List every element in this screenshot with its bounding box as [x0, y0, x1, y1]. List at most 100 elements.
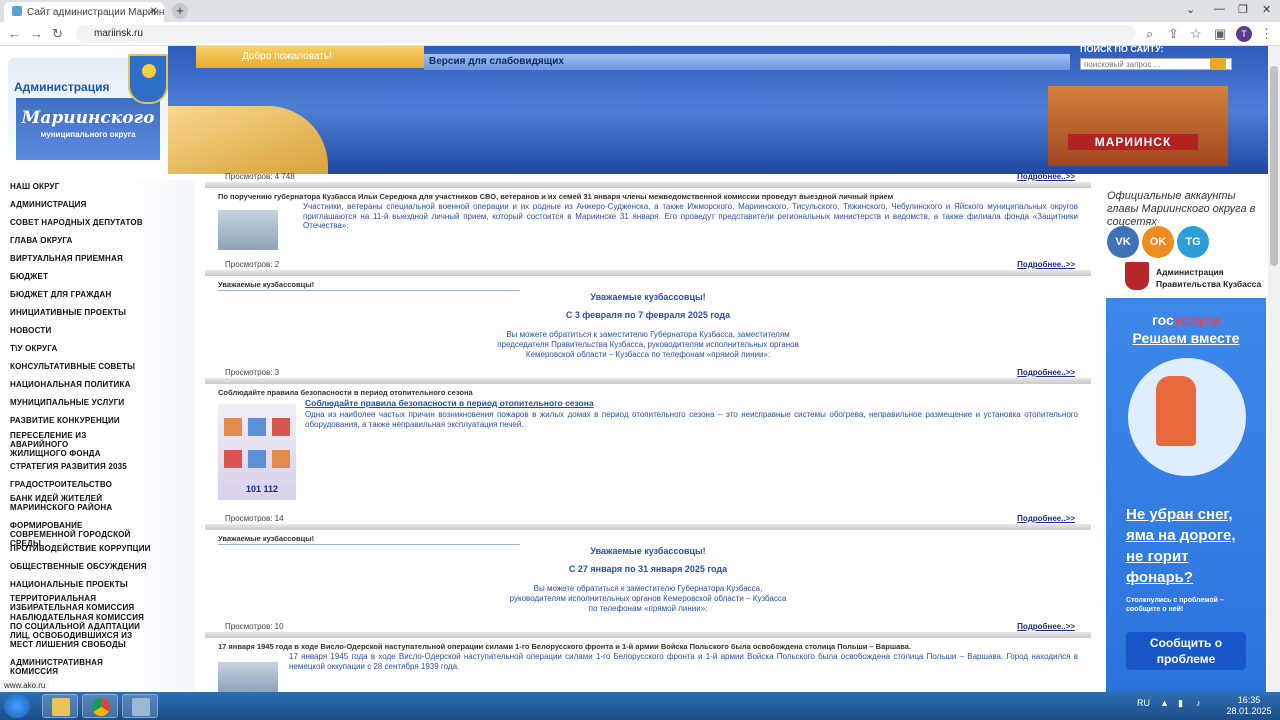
nav-item-observation-commission[interactable]: НАБЛЮДАТЕЛЬНАЯ КОМИССИЯ ПО СОЦИАЛЬНОЙ АД… — [10, 613, 150, 649]
news-feed: Просмотров: 4 748 Подробнее..>> По поруч… — [205, 172, 1091, 692]
profile-avatar[interactable]: T — [1236, 26, 1252, 42]
scrollbar-thumb[interactable] — [1270, 66, 1278, 266]
nav-item-public-discussions[interactable]: ОБЩЕСТВЕННЫЕ ОБСУЖДЕНИЯ — [10, 562, 147, 571]
news-title[interactable]: 17 января 1945 года в ходе Висло-Одерско… — [218, 642, 911, 651]
nav-item-our-district[interactable]: НАШ ОКРУГ — [10, 182, 59, 191]
report-problem-button[interactable]: Сообщить о проблеме — [1126, 632, 1246, 670]
reload-icon[interactable]: ↻ — [52, 26, 63, 42]
nav-item-competition[interactable]: РАЗВИТИЕ КОНКУРЕНЦИИ — [10, 416, 120, 425]
back-icon[interactable]: ← — [8, 26, 21, 41]
taskbar-app[interactable] — [122, 694, 158, 718]
app-icon — [132, 698, 150, 716]
nav-item-head[interactable]: ГЛАВА ОКРУГА — [10, 236, 73, 245]
nav-item-national-policy[interactable]: НАЦИОНАЛЬНАЯ ПОЛИТИКА — [10, 380, 131, 389]
telegram-icon[interactable]: TG — [1177, 226, 1209, 258]
nav-item-anti-corruption[interactable]: ПРОТИВОДЕЙСТВИЕ КОРРУПЦИИ — [10, 544, 151, 553]
news-title[interactable]: Уважаемые кузбассовцы! — [218, 280, 314, 289]
nav-item-budget[interactable]: БЮДЖЕТ — [10, 272, 48, 281]
news-title[interactable]: Уважаемые кузбассовцы! — [218, 534, 314, 543]
tab-search-icon[interactable]: ⌄ — [1186, 3, 1195, 16]
close-tab-icon[interactable]: ✕ — [150, 6, 158, 17]
nav-item-advisory[interactable]: КОНСУЛЬТАТИВНЫЕ СОВЕТЫ — [10, 362, 135, 371]
read-more-link[interactable]: Подробнее..>> — [1017, 514, 1075, 523]
gosuslugi-logo-part2: услуги — [1173, 312, 1220, 328]
browser-tab-bar: Сайт администрации Мариинск ✕ + ⌄ — ❐ ✕ — [0, 0, 1280, 22]
coat-of-arms-icon — [128, 54, 168, 104]
news-separator — [205, 632, 1091, 638]
gosuslugi-slogan: Не убран снег, яма на дороге, не горит ф… — [1126, 504, 1256, 588]
tab-background-1[interactable] — [196, 2, 276, 22]
nav-item-budget-citizens[interactable]: БЮДЖЕТ ДЛЯ ГРАЖДАН — [10, 290, 112, 299]
tab-background-2[interactable] — [286, 2, 426, 22]
nav-item-news[interactable]: НОВОСТИ — [10, 326, 51, 335]
nav-item-election-commission[interactable]: ТЕРРИТОРИАЛЬНАЯ ИЗБИРАТЕЛЬНАЯ КОМИССИЯ — [10, 594, 135, 612]
nav-item-national-projects[interactable]: НАЦИОНАЛЬНЫЕ ПРОЕКТЫ — [10, 580, 128, 589]
taskbar-explorer[interactable] — [42, 694, 78, 718]
nav-item-territorial[interactable]: Т\У ОКРУГА — [10, 344, 57, 353]
language-indicator[interactable]: RU — [1137, 698, 1150, 708]
taskbar-chrome[interactable] — [82, 694, 118, 718]
zoom-icon[interactable]: ⌕ — [1146, 26, 1153, 42]
nav-item-admin-commission[interactable]: АДМИНИСТРАТИВНАЯ КОМИССИЯ — [10, 658, 120, 676]
nav-item-council[interactable]: СОВЕТ НАРОДНЫХ ДЕПУТАТОВ — [10, 218, 143, 227]
kuzbass-emblem-icon — [1125, 262, 1149, 290]
gosuslugi-subtitle: Решаем вместе — [1132, 330, 1240, 346]
start-button[interactable] — [4, 694, 30, 718]
search-button[interactable] — [1210, 58, 1226, 70]
folder-icon — [52, 698, 70, 716]
close-window-icon[interactable]: ✕ — [1262, 3, 1271, 16]
system-clock[interactable]: 16:35 28.01.2025 — [1224, 695, 1274, 717]
news-title[interactable]: По поручению губернатора Кузбасса Ильи С… — [218, 192, 893, 201]
page-scrollbar[interactable] — [1268, 46, 1280, 692]
tray-volume-icon[interactable]: ♪ — [1196, 698, 1201, 708]
news-text: Участники, ветераны специальной военной … — [303, 202, 1078, 230]
fire-safety-poster[interactable]: 101 112 — [218, 404, 296, 500]
news-text: 17 января 1945 года в ходе Висло-Одерско… — [289, 652, 1078, 671]
menu-icon[interactable]: ⋮ — [1260, 26, 1273, 42]
nav-item-administration[interactable]: АДМИНИСТРАЦИЯ — [10, 200, 87, 209]
tray-arrow-icon[interactable]: ▲ — [1160, 698, 1169, 708]
title-underline — [218, 290, 520, 291]
nav-item-urban-planning[interactable]: ГРАДОСТРОИТЕЛЬСТВО — [10, 480, 112, 489]
forward-icon[interactable]: → — [30, 26, 43, 41]
news-text: Одна из наиболее частых причин возникнов… — [305, 410, 1078, 429]
bookmark-star-icon[interactable]: ☆ — [1190, 26, 1202, 42]
tab-background-3[interactable] — [436, 2, 586, 22]
nav-item-strategy[interactable]: СТРАТЕГИЯ РАЗВИТИЯ 2035 — [10, 462, 127, 471]
news-heading-link[interactable]: Соблюдайте правила безопасности в период… — [305, 398, 865, 409]
nav-item-ideas-bank[interactable]: БАНК ИДЕЙ ЖИТЕЛЕЙ МАРИИНСКОГО РАЙОНА — [10, 494, 130, 512]
read-more-link[interactable]: Подробнее..>> — [1017, 622, 1075, 631]
read-more-link[interactable]: Подробнее..>> — [1017, 368, 1075, 377]
read-more-link[interactable]: Подробнее..>> — [1017, 260, 1075, 269]
nav-item-initiative-projects[interactable]: ИНИЦИАТИВНЫЕ ПРОЕКТЫ — [10, 308, 126, 317]
news-title[interactable]: Соблюдайте правила безопасности в период… — [218, 388, 473, 397]
tray-network-icon[interactable]: ▮ — [1178, 698, 1183, 709]
read-more-link[interactable]: Подробнее..>> — [1017, 172, 1075, 181]
news-thumbnail[interactable] — [218, 662, 278, 692]
news-line: Кемеровской области – Кузбасса по телефо… — [525, 350, 771, 359]
side-panel-icon[interactable]: ▣ — [1214, 26, 1226, 42]
low-vision-link[interactable]: Версия для слабовидящих — [424, 54, 1070, 70]
tab-active[interactable]: Сайт администрации Мариинск ✕ — [4, 2, 164, 22]
address-bar[interactable]: mariinsk.ru — [76, 25, 1136, 43]
url-text: mariinsk.ru — [94, 28, 143, 39]
new-tab-button[interactable]: + — [172, 3, 188, 19]
news-thumbnail[interactable] — [218, 210, 278, 250]
minimize-icon[interactable]: — — [1214, 3, 1225, 15]
right-sidebar: Официальные аккаунты главы Мариинского о… — [1100, 180, 1268, 692]
share-icon[interactable]: ⇪ — [1168, 26, 1179, 42]
nav-item-resettlement[interactable]: ПЕРЕСЕЛЕНИЕ ИЗ АВАРИЙНОГО ЖИЛИЩНОГО ФОНД… — [10, 431, 105, 458]
nav-item-virtual-reception[interactable]: ВИРТУАЛЬНАЯ ПРИЕМНАЯ — [10, 254, 123, 263]
title-underline — [218, 544, 520, 545]
wheat-field-image — [168, 106, 328, 174]
poster-phone-numbers: 101 112 — [246, 484, 279, 494]
maximize-icon[interactable]: ❐ — [1238, 3, 1248, 16]
vk-icon[interactable]: VK — [1107, 226, 1139, 258]
nav-item-municipal-services[interactable]: МУНИЦИПАЛЬНЫЕ УСЛУГИ — [10, 398, 124, 407]
odnoklassniki-icon[interactable]: OK — [1142, 226, 1174, 258]
news-line: Вы можете обратиться к заместителю Губер… — [506, 330, 790, 339]
logo-name-box: Мариинского муниципального округа — [16, 98, 160, 160]
news-views: Просмотров: 3 — [225, 368, 280, 377]
gosuslugi-banner[interactable]: госуслуги Решаем вместе Не убран снег, я… — [1106, 298, 1266, 692]
slogan-line: не горит — [1126, 548, 1189, 565]
